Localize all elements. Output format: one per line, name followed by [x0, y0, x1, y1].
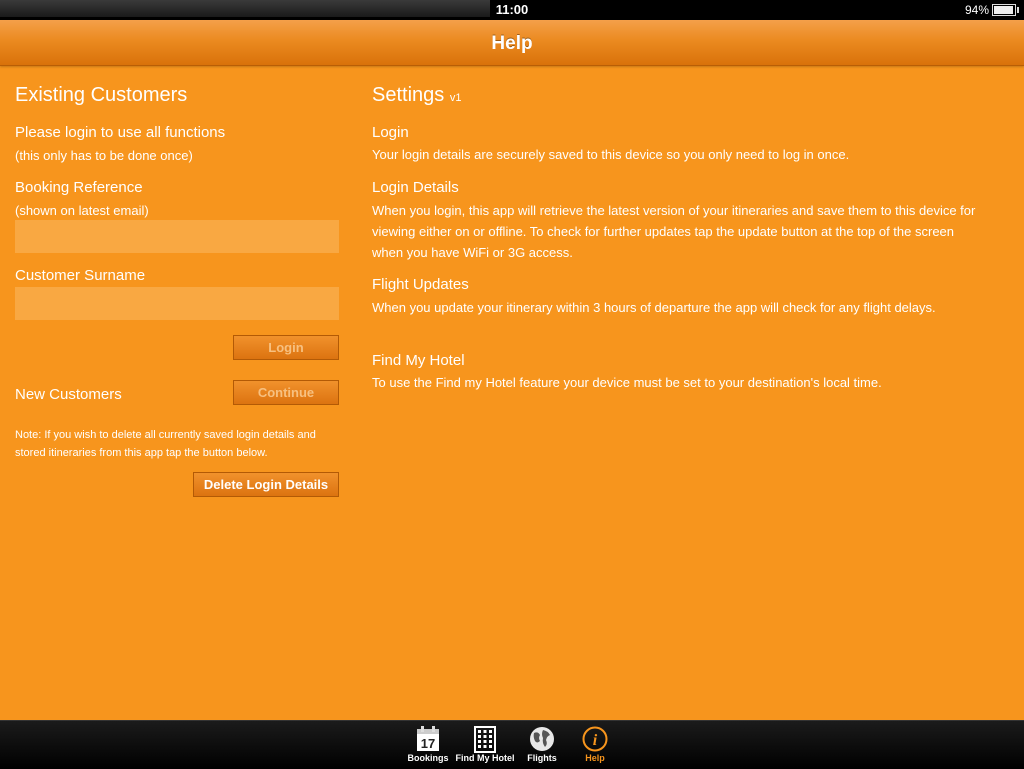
- section-heading-login: Login: [372, 124, 409, 141]
- info-icon: i: [582, 726, 608, 752]
- booking-reference-input[interactable]: [15, 220, 339, 253]
- settings-title: Settings v1: [372, 84, 461, 107]
- booking-reference-label: Booking Reference: [15, 179, 143, 196]
- existing-customers-title: Existing Customers: [15, 84, 188, 106]
- status-bar: 11:00 94%: [0, 0, 1024, 20]
- settings-version: v1: [449, 92, 462, 104]
- navigation-bar: Help: [0, 20, 1024, 66]
- continue-button[interactable]: Continue: [233, 380, 339, 405]
- tab-label-bookings: Bookings: [407, 753, 449, 763]
- building-icon: [474, 726, 496, 753]
- booking-reference-hint: (shown on latest email): [15, 203, 149, 218]
- tab-help[interactable]: i Help: [572, 721, 618, 769]
- section-heading-find-my-hotel: Find My Hotel: [372, 352, 465, 369]
- svg-text:i: i: [593, 732, 598, 749]
- new-customers-label: New Customers: [15, 386, 122, 403]
- customer-surname-label: Customer Surname: [15, 267, 146, 284]
- battery-status: 94%: [964, 3, 1019, 17]
- section-text-login-details: When you login, this app will retrieve t…: [372, 203, 976, 260]
- page-title: Help: [491, 33, 533, 54]
- calendar-icon: 17: [417, 726, 439, 751]
- login-prompt-hint: (this only has to be done once): [15, 148, 193, 163]
- calendar-day: 17: [421, 736, 435, 751]
- section-text-find-my-hotel: To use the Find my Hotel feature your de…: [372, 375, 882, 390]
- tab-label-help: Help: [585, 753, 605, 763]
- login-prompt: Please login to use all functions: [15, 124, 226, 141]
- tab-find-my-hotel[interactable]: Find My Hotel: [454, 721, 516, 769]
- tab-flights[interactable]: Flights: [518, 721, 566, 769]
- status-time: 11:00: [495, 2, 529, 17]
- tab-label-find-my-hotel: Find My Hotel: [455, 753, 515, 763]
- globe-icon: [530, 727, 554, 751]
- tab-bar: 17 Bookings Find My Hotel Flights i Help: [0, 720, 1024, 769]
- section-heading-flight-updates: Flight Updates: [372, 276, 469, 293]
- delete-login-details-button[interactable]: Delete Login Details: [193, 472, 339, 497]
- battery-percent: 94%: [964, 3, 989, 17]
- section-heading-login-details: Login Details: [372, 179, 459, 196]
- settings-title-text: Settings: [372, 84, 445, 106]
- tab-label-flights: Flights: [527, 753, 557, 763]
- section-text-login: Your login details are securely saved to…: [372, 147, 850, 162]
- login-button[interactable]: Login: [233, 335, 339, 360]
- battery-icon: [992, 4, 1019, 16]
- customer-surname-input[interactable]: [15, 287, 339, 320]
- tab-bookings[interactable]: 17 Bookings: [402, 721, 454, 769]
- delete-note: Note: If you wish to delete all currentl…: [15, 429, 316, 459]
- section-text-flight-updates: When you update your itinerary within 3 …: [372, 300, 936, 315]
